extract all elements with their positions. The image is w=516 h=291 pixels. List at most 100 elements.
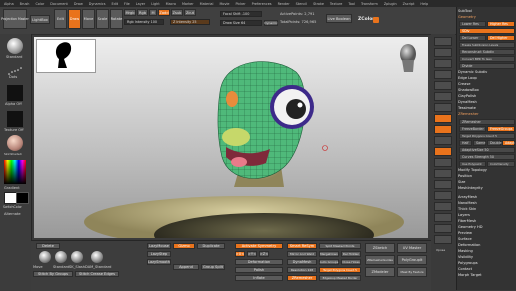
sdiv-slider[interactable]: SDiv bbox=[459, 28, 515, 34]
menu-item[interactable]: Marker bbox=[182, 2, 194, 6]
fibermesh-header[interactable]: FiberMesh bbox=[458, 219, 516, 223]
zoom-button[interactable]: Zoom bbox=[434, 70, 452, 87]
polygroups-header[interactable]: Polygroups bbox=[458, 261, 516, 265]
menu-item[interactable]: Document bbox=[50, 2, 68, 6]
sk-slash-brush-icon[interactable] bbox=[71, 251, 83, 263]
menu-item[interactable]: Brush bbox=[20, 2, 30, 6]
geometry-hd-header[interactable]: Geometry HD bbox=[458, 225, 516, 229]
lower-res-button[interactable]: Lower Res bbox=[459, 21, 486, 27]
menu-item[interactable]: Edit bbox=[111, 2, 118, 6]
higher-res-button[interactable]: Higher Res bbox=[487, 21, 515, 27]
masking-header[interactable]: Masking bbox=[458, 249, 516, 253]
layers-header[interactable]: Layers bbox=[458, 213, 516, 217]
floor-button[interactable]: Floor bbox=[434, 114, 452, 131]
gizmo-button[interactable]: Gizmo bbox=[173, 243, 195, 249]
freeze-border-button[interactable]: FreezeBorder bbox=[459, 126, 486, 132]
menu-item[interactable]: Texture bbox=[330, 2, 342, 6]
scroll-button[interactable]: Scroll bbox=[434, 59, 452, 76]
menu-item[interactable]: Layer bbox=[136, 2, 145, 6]
surface-header[interactable]: Surface bbox=[458, 237, 516, 241]
merge-down-button[interactable]: MergeDown bbox=[319, 251, 339, 257]
stitch-crease-edges-button[interactable]: Stitch Crease Edges bbox=[75, 271, 119, 277]
menu-item[interactable]: Dynamics bbox=[89, 2, 106, 6]
menu-item[interactable]: Draw bbox=[74, 2, 83, 6]
adapt-button[interactable]: Adapt bbox=[502, 140, 515, 146]
dots-stroke-icon[interactable] bbox=[7, 62, 23, 75]
del-hidden-button[interactable]: Del Hidden bbox=[341, 251, 361, 257]
menu-item[interactable]: Tool bbox=[348, 2, 355, 6]
lazymouse-button[interactable]: LazyMouse bbox=[147, 243, 171, 249]
convert-bpr-button[interactable]: Convert BPR To Geo bbox=[459, 56, 515, 62]
target-polygons-slider[interactable]: Target Polygons Count 5 bbox=[459, 133, 515, 139]
meshintegrity-header[interactable]: MeshIntegrity bbox=[458, 186, 516, 190]
edgeloop-masked-button[interactable]: Edgeloop Masked Border bbox=[319, 275, 361, 281]
menu-item[interactable]: Zscript bbox=[403, 2, 415, 6]
color-picker[interactable] bbox=[4, 160, 26, 184]
close-holes-button[interactable]: Close Holes bbox=[341, 259, 361, 265]
dynamesh-header[interactable]: DynaMesh bbox=[458, 100, 516, 104]
zremesher-guides-button[interactable]: ZRemesherGuides bbox=[365, 255, 395, 265]
group-split-button[interactable]: Group Split bbox=[201, 264, 225, 270]
local-button[interactable]: Local bbox=[434, 125, 452, 142]
color-density-slider[interactable]: ColorDensity bbox=[487, 161, 515, 167]
actual-button[interactable]: Actual bbox=[434, 81, 452, 98]
subtool-header[interactable]: SubTool bbox=[458, 9, 516, 13]
claypolish-header[interactable]: ClayPolish bbox=[458, 94, 516, 98]
z-intensity-slider[interactable]: Z Intensity 25 bbox=[170, 19, 210, 25]
preview-header[interactable]: Preview bbox=[458, 231, 516, 235]
menu-item[interactable]: File bbox=[124, 2, 130, 6]
secondary-color-swatch[interactable] bbox=[16, 192, 29, 204]
zmodeler-button[interactable]: ZModeler bbox=[365, 267, 395, 277]
menu-item[interactable]: Light bbox=[151, 2, 159, 6]
zremesher-bottom-button[interactable]: ZRemesher bbox=[287, 275, 317, 281]
menu-item[interactable]: Render bbox=[278, 2, 290, 6]
dynamic-subdiv-header[interactable]: Dynamic Subdiv bbox=[458, 70, 516, 74]
xpose-button[interactable]: Xpose bbox=[434, 235, 452, 252]
focal-shift-slider[interactable]: Focal Shift -100 bbox=[220, 11, 262, 17]
dam-standard-brush-icon[interactable] bbox=[91, 251, 103, 263]
move-view-button[interactable]: Move bbox=[434, 158, 452, 175]
zsketch-button[interactable]: ZSketch bbox=[365, 243, 395, 253]
reconstruct-subdiv-button[interactable]: Reconstruct Subdiv bbox=[459, 49, 515, 55]
canvas-viewport[interactable] bbox=[34, 37, 428, 238]
divide-button[interactable]: Divide bbox=[459, 63, 515, 69]
crease-header[interactable]: Crease bbox=[458, 82, 516, 86]
polygroupit-button[interactable]: PolyGroupIt bbox=[397, 255, 427, 265]
line-fill-button[interactable]: Line Fill bbox=[434, 191, 452, 208]
projection-master-button[interactable]: Projection Master bbox=[1, 9, 29, 29]
modify-topology-header[interactable]: Modify Topology bbox=[458, 168, 516, 172]
edit-button[interactable]: Edit bbox=[54, 9, 67, 29]
shadowbox-header[interactable]: ShadowBox bbox=[458, 88, 516, 92]
dynamic-button[interactable]: Dynamic bbox=[264, 20, 278, 26]
bpr-button[interactable]: BPR bbox=[434, 37, 452, 54]
sym-button[interactable]: Sym bbox=[434, 136, 452, 153]
scale-button[interactable]: Scale bbox=[96, 9, 109, 29]
menu-item[interactable]: Macro bbox=[166, 2, 176, 6]
contact-header[interactable]: Contact bbox=[458, 267, 516, 271]
standard-brush-icon[interactable] bbox=[7, 38, 23, 54]
menu-item[interactable]: Alpha bbox=[4, 2, 14, 6]
smart-resym-button[interactable]: Smart ReSym bbox=[287, 243, 317, 249]
del-lower-button[interactable]: Del Lower bbox=[459, 35, 486, 41]
sym-x-button[interactable]: >X< bbox=[235, 251, 245, 257]
switch-color-label[interactable]: SwitchColor bbox=[3, 205, 22, 209]
material-sphere-icon[interactable] bbox=[7, 135, 23, 151]
menu-item[interactable]: Material bbox=[200, 2, 214, 6]
target-poly-bottom-slider[interactable]: Target Polygons Count 5 bbox=[319, 267, 361, 273]
deformation-button[interactable]: Deformation bbox=[235, 259, 283, 265]
alpha-preview-icon[interactable] bbox=[7, 85, 23, 101]
scale-view-button[interactable]: Scale bbox=[434, 169, 452, 186]
menu-item[interactable]: Stroke bbox=[313, 2, 324, 6]
double-button[interactable]: Double bbox=[487, 140, 502, 146]
uv-master-button[interactable]: UV Master bbox=[397, 243, 427, 253]
zremesher-header[interactable]: ZRemesher bbox=[458, 112, 516, 116]
delete-button[interactable]: Delete bbox=[36, 243, 60, 249]
standard-brush-icon[interactable] bbox=[55, 251, 67, 263]
rotate-view-button[interactable]: Rotate bbox=[434, 180, 452, 197]
visibility-header[interactable]: Visibility bbox=[458, 255, 516, 259]
size-header[interactable]: Size bbox=[458, 180, 516, 184]
resolution-slider[interactable]: Resolution 128 bbox=[287, 267, 317, 273]
move-button[interactable]: Move bbox=[82, 9, 95, 29]
inflate-slider[interactable]: Inflate bbox=[235, 275, 283, 281]
sym-z-button[interactable]: >Z< bbox=[259, 251, 269, 257]
